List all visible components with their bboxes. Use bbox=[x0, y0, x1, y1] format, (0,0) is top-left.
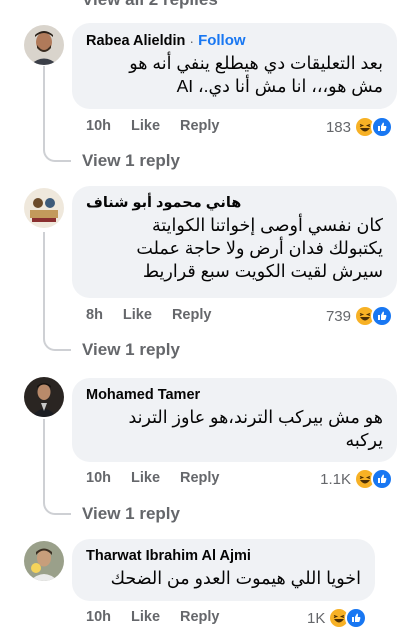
reaction-count: 183 bbox=[325, 118, 351, 136]
comment-bubble: Rabea Alieldin · Follow بعد التعليقات دي… bbox=[72, 23, 397, 109]
thread-line bbox=[43, 66, 45, 146]
view-replies-link[interactable]: View 1 reply bbox=[82, 504, 180, 524]
timestamp[interactable]: 10h bbox=[86, 609, 111, 625]
comment-line: سيرش لقيت الكويت سبع قراريط bbox=[142, 261, 383, 281]
comment-line: اخويا اللي هيموت العدو من الضحك bbox=[110, 568, 361, 588]
avatar[interactable] bbox=[24, 541, 64, 581]
follow-button[interactable]: Follow bbox=[198, 32, 246, 49]
comment-line: كان نفسي أوصى إخواتنا الكوايتة bbox=[151, 215, 383, 235]
comment-bubble: Mohamed Tamer هو مش بيركب الترند،هو عاوز… bbox=[72, 378, 397, 462]
separator-dot: · bbox=[189, 32, 195, 49]
reaction-count: 1K bbox=[307, 609, 326, 627]
comment-author[interactable]: Tharwat Ibrahim Al Ajmi bbox=[86, 548, 251, 564]
like-icon bbox=[345, 607, 368, 629]
view-replies-link[interactable]: View 1 reply bbox=[82, 340, 180, 360]
comment-bubble: Tharwat Ibrahim Al Ajmi اخويا اللي هيموت… bbox=[72, 539, 375, 601]
avatar[interactable] bbox=[24, 25, 64, 65]
thread-line bbox=[43, 419, 45, 499]
comment-text: كان نفسي أوصى إخواتنا الكوايتة يكتبولك ف… bbox=[86, 214, 383, 283]
comment-actions: 10h Like Reply bbox=[86, 609, 220, 625]
comment-author[interactable]: Mohamed Tamer bbox=[86, 387, 200, 403]
like-button[interactable]: Like bbox=[123, 307, 152, 323]
timestamp[interactable]: 10h bbox=[86, 470, 111, 486]
comment-text: هو مش بيركب الترند،هو عاوز الترند يركبه bbox=[86, 406, 383, 452]
reaction-summary[interactable]: 739 bbox=[326, 305, 393, 327]
timestamp[interactable]: 10h bbox=[86, 118, 111, 134]
reply-button[interactable]: Reply bbox=[172, 307, 212, 323]
thread-line bbox=[43, 232, 45, 335]
like-icon bbox=[371, 305, 393, 327]
reply-button[interactable]: Reply bbox=[180, 470, 220, 486]
comment-line: يكتبولك فدان أرض ولا حاجة عملت bbox=[136, 238, 383, 258]
comment-author[interactable]: هاني محمود أبو شناف bbox=[86, 195, 241, 211]
comment-actions: 10h Like Reply bbox=[86, 470, 220, 486]
reply-button[interactable]: Reply bbox=[180, 118, 220, 134]
reaction-count: 1.1K bbox=[320, 470, 351, 488]
like-icon bbox=[371, 116, 393, 138]
comment-line: يركبه bbox=[345, 430, 383, 450]
thread-curve bbox=[43, 146, 71, 162]
comment-actions: 10h Like Reply bbox=[86, 118, 220, 134]
comment-text: اخويا اللي هيموت العدو من الضحك bbox=[86, 567, 361, 590]
comment-line: هو مش بيركب الترند،هو عاوز الترند bbox=[128, 407, 383, 427]
thread-curve bbox=[43, 499, 71, 515]
comment-line: مش هو،،، انا مش أنا دي.، AI bbox=[176, 76, 383, 96]
comment-author[interactable]: Rabea Alieldin bbox=[86, 33, 185, 49]
comment-text: بعد التعليقات دي هيطلع ينفي أنه هو مش هو… bbox=[86, 52, 383, 98]
like-icon bbox=[371, 468, 393, 490]
comment-actions: 8h Like Reply bbox=[86, 307, 211, 323]
comment-line: بعد التعليقات دي هيطلع ينفي أنه هو bbox=[129, 53, 383, 73]
reaction-summary[interactable]: 1.1K bbox=[320, 468, 393, 490]
comment-bubble: هاني محمود أبو شناف كان نفسي أوصى إخواتن… bbox=[72, 186, 397, 298]
view-all-replies-link[interactable]: View all 2 replies bbox=[82, 0, 218, 10]
reaction-summary[interactable]: 183 bbox=[326, 116, 393, 138]
timestamp[interactable]: 8h bbox=[86, 307, 103, 323]
reaction-summary[interactable]: 1K bbox=[307, 607, 368, 629]
view-replies-link[interactable]: View 1 reply bbox=[82, 151, 180, 171]
like-button[interactable]: Like bbox=[131, 470, 160, 486]
like-button[interactable]: Like bbox=[131, 118, 160, 134]
avatar[interactable] bbox=[24, 188, 64, 228]
reaction-count: 739 bbox=[325, 307, 351, 325]
avatar[interactable] bbox=[24, 377, 64, 417]
like-button[interactable]: Like bbox=[131, 609, 160, 625]
thread-curve bbox=[43, 335, 71, 351]
reply-button[interactable]: Reply bbox=[180, 609, 220, 625]
